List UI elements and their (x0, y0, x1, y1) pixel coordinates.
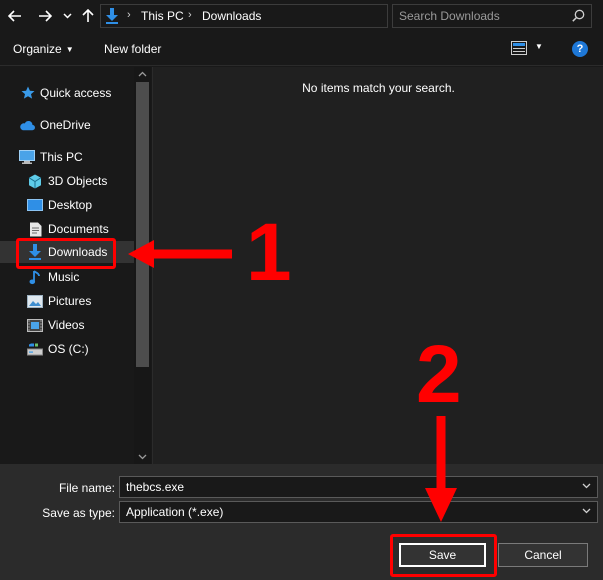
breadcrumb-downloads[interactable]: Downloads (202, 9, 261, 23)
nav-label: Pictures (48, 294, 92, 308)
arrow-right-icon (39, 10, 52, 22)
computer-icon (19, 149, 35, 165)
save-button[interactable]: Save (399, 543, 486, 567)
nav-label: Downloads (48, 245, 108, 259)
nav-pane-scrollbar[interactable] (134, 67, 151, 464)
drive-icon (27, 341, 43, 357)
cloud-icon (19, 117, 35, 133)
nav-label: This PC (40, 150, 83, 164)
new-folder-button[interactable]: New folder (104, 42, 161, 56)
scroll-thumb[interactable] (136, 82, 149, 367)
help-icon[interactable]: ? (572, 41, 588, 57)
organize-menu-button[interactable]: Organize ▼ (13, 42, 74, 56)
nav-item-music[interactable]: Music (0, 266, 134, 288)
music-icon (27, 269, 43, 285)
nav-item-this-pc[interactable]: This PC (0, 146, 134, 168)
search-input[interactable] (399, 8, 564, 24)
nav-label: Documents (48, 222, 109, 236)
file-name-label: File name: (58, 481, 115, 495)
nav-item-desktop[interactable]: Desktop (0, 194, 134, 216)
scroll-up-arrow[interactable] (138, 69, 147, 79)
save-as-type-select[interactable]: Application (*.exe) (119, 501, 598, 523)
nav-item-3d-objects[interactable]: 3D Objects (0, 170, 134, 192)
scroll-down-arrow[interactable] (138, 452, 147, 462)
breadcrumb-this-pc[interactable]: This PC (141, 9, 184, 23)
command-toolbar: Organize ▼ New folder ▼ ? (0, 33, 603, 66)
nav-label: Quick access (40, 86, 112, 100)
address-box[interactable]: › This PC › Downloads (100, 4, 475, 28)
file-list-pane[interactable]: No items match your search. (152, 67, 603, 464)
empty-results-message: No items match your search. (302, 81, 455, 95)
videos-icon (27, 317, 43, 333)
nav-item-pictures[interactable]: Pictures (0, 290, 134, 312)
nav-item-videos[interactable]: Videos (0, 314, 134, 336)
download-icon (27, 244, 43, 260)
nav-label: Videos (48, 318, 85, 332)
view-options-icon[interactable] (511, 41, 527, 58)
nav-item-os-c[interactable]: OS (C:) (0, 338, 134, 360)
breadcrumb-separator: › (188, 9, 192, 21)
organize-label: Organize (13, 42, 62, 56)
search-icon[interactable] (572, 9, 585, 25)
documents-icon (27, 221, 43, 237)
nav-label: Desktop (48, 198, 93, 212)
desktop-icon (27, 197, 43, 213)
caret-down-icon: ▼ (65, 45, 74, 54)
nav-item-downloads[interactable]: Downloads (0, 241, 134, 263)
chevron-down-icon (62, 13, 72, 19)
star-icon (20, 85, 36, 101)
nav-label: Music (48, 270, 80, 284)
pictures-icon (27, 293, 43, 309)
cancel-button[interactable]: Cancel (498, 543, 588, 567)
nav-item-documents[interactable]: Documents (0, 218, 134, 240)
back-button[interactable] (6, 5, 24, 27)
up-button[interactable] (80, 5, 96, 27)
forward-button[interactable] (36, 5, 54, 27)
nav-item-onedrive[interactable]: OneDrive (0, 114, 134, 136)
file-name-value: thebcs.exe (126, 480, 185, 494)
nav-item-quick-access[interactable]: Quick access (0, 82, 134, 104)
navigation-pane: Quick access OneDrive This PC 3D Objects… (0, 67, 152, 464)
chevron-down-icon[interactable] (582, 481, 591, 492)
breadcrumb-separator: › (127, 9, 131, 21)
search-box[interactable] (392, 4, 592, 28)
arrow-left-icon (8, 10, 21, 22)
view-options-dropdown[interactable]: ▼ (535, 42, 543, 51)
cube-icon (27, 173, 43, 189)
nav-label: OS (C:) (48, 342, 89, 356)
recent-locations-button[interactable] (60, 5, 74, 27)
address-bar-row: › This PC › Downloads (0, 0, 603, 33)
chevron-down-icon[interactable] (582, 506, 591, 517)
arrow-up-icon (82, 9, 94, 22)
download-icon (105, 8, 119, 27)
save-as-type-label: Save as type: (42, 506, 115, 520)
save-as-type-value: Application (*.exe) (126, 505, 224, 519)
save-panel: File name: thebcs.exe Save as type: Appl… (0, 464, 603, 580)
file-name-field[interactable]: thebcs.exe (119, 476, 598, 498)
nav-label: OneDrive (40, 118, 91, 132)
nav-label: 3D Objects (48, 174, 108, 188)
